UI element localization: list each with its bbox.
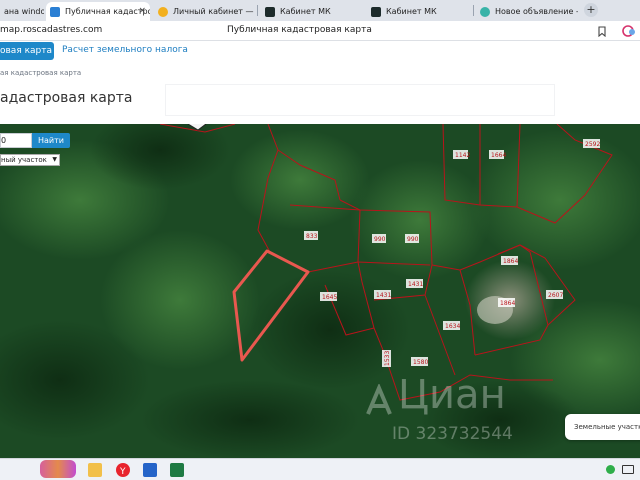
mail-icon[interactable] (143, 463, 157, 477)
tab-label: Кабинет МК (386, 7, 437, 16)
parcel-1533[interactable]: 1533 (384, 351, 391, 366)
parcel-1634[interactable]: 1634 (445, 323, 460, 330)
tab-cadastral-map[interactable]: Публичная кадастро × (46, 2, 150, 21)
tab-new-listing[interactable]: Новое объявление — Об (476, 2, 578, 21)
parcel-1645[interactable]: 1645 (322, 294, 337, 301)
parcel-2607[interactable]: 2607 (548, 292, 563, 299)
yandex-browser-icon[interactable]: Y (116, 463, 130, 477)
yandex-favicon-icon (158, 6, 168, 17)
nav-cadastral-map[interactable]: овая карта (0, 42, 54, 60)
parcel-990-a[interactable]: 990 (374, 236, 386, 243)
tab-windows[interactable]: ана windo (0, 2, 44, 21)
tab-label: Личный кабинет — Янд (173, 7, 254, 16)
browser-tab-strip: ана windo Публичная кадастро × Личный ка… (0, 0, 640, 21)
tab-label: Публичная кадастро (65, 7, 150, 16)
address-bar: map.roscadastres.com Публичная кадастров… (0, 21, 640, 41)
widgets-icon[interactable] (40, 460, 76, 478)
site-nav: овая карта Расчет земельного налога (0, 41, 640, 63)
taskbar: Y (0, 458, 640, 480)
parcel-1864-a[interactable]: 1864 (503, 258, 518, 265)
parcel-833[interactable]: 833 (306, 233, 318, 240)
tab-separator (473, 5, 474, 16)
parcel-1142[interactable]: 1142 (455, 152, 470, 159)
monitor-icon[interactable] (622, 465, 634, 474)
tab-kabinet-mk-2[interactable]: Кабинет МК (367, 2, 471, 21)
tab-kabinet-mk-1[interactable]: Кабинет МК (261, 2, 361, 21)
parcel-1664[interactable]: 1664 (491, 152, 506, 159)
ok-favicon-icon (480, 6, 490, 17)
cadastral-search-input[interactable]: 0 (0, 133, 32, 148)
favicon-icon (50, 6, 60, 17)
ad-placeholder (165, 84, 555, 116)
nav-land-tax[interactable]: Расчет земельного налога (62, 45, 188, 55)
tab-label: Новое объявление — Об (495, 7, 578, 16)
watermark-logo: Циан (398, 372, 506, 418)
file-explorer-icon[interactable] (88, 463, 102, 477)
cian-logo-icon (366, 384, 392, 415)
bookmark-icon[interactable] (598, 26, 606, 37)
parcel-1864-b[interactable]: 1864 (500, 300, 515, 307)
close-tab-icon[interactable]: × (138, 6, 146, 16)
watermark-id: ID 323732544 (392, 424, 513, 444)
find-button[interactable]: Найти (32, 133, 70, 148)
mk-favicon-icon (371, 6, 381, 17)
page-title-label: Публичная кадастровая карта (227, 25, 372, 35)
tab-label: Кабинет МК (280, 7, 331, 16)
url-field[interactable]: map.roscadastres.com (0, 25, 102, 35)
tab-personal-cabinet[interactable]: Личный кабинет — Янд (154, 2, 254, 21)
tab-label: ана windo (4, 7, 44, 16)
page-heading: адастровая карта (0, 90, 133, 106)
breadcrumb[interactable]: ая кадастровая карта (0, 69, 81, 77)
extension-icon[interactable] (622, 25, 636, 37)
satellite-map[interactable]: 1142 1664 2592 833 990 990 1864 1645 143… (0, 124, 640, 458)
map-canvas[interactable]: 1142 1664 2592 833 990 990 1864 1645 143… (0, 124, 640, 458)
svg-text:Y: Y (119, 467, 126, 477)
land-parcels-popup[interactable]: Земельные участки н (565, 414, 640, 440)
mk-favicon-icon (265, 6, 275, 17)
object-type-select[interactable]: ный участок ▼ (0, 154, 60, 166)
tab-separator (257, 5, 258, 16)
parcel-1431-a[interactable]: 1431 (376, 292, 391, 299)
tray-status-icon[interactable] (606, 465, 615, 474)
parcel-2592[interactable]: 2592 (585, 141, 600, 148)
new-tab-button[interactable]: + (584, 3, 598, 17)
object-type-value: ный участок (1, 156, 47, 164)
parcel-1580[interactable]: 1580 (413, 359, 428, 366)
excel-icon[interactable] (170, 463, 184, 477)
chevron-down-icon: ▼ (52, 156, 57, 163)
parcel-990-b[interactable]: 990 (407, 236, 419, 243)
parcel-1431-b[interactable]: 1431 (408, 281, 423, 288)
